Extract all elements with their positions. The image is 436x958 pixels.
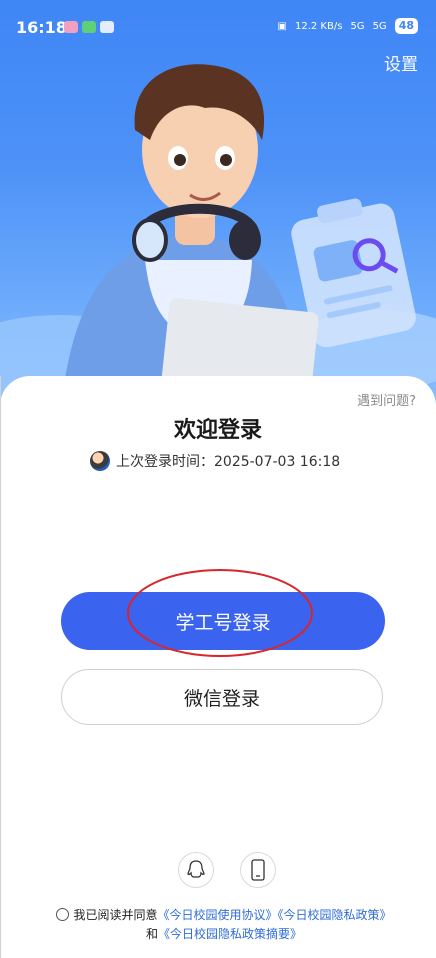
status-right: ▣ 12.2 KB/s 5G 5G 48 (278, 18, 418, 34)
notification-icon (64, 21, 78, 33)
phone-login-button[interactable] (240, 852, 276, 888)
agreement-and: 和 (145, 927, 158, 941)
student-id-login-button[interactable]: 学工号登录 (61, 592, 385, 650)
last-login-text: 上次登录时间：2025-07-03 16:18 (116, 454, 341, 470)
page-title: 欢迎登录 (173, 418, 262, 443)
agreement-prefix: 我已阅读并同意 (73, 908, 158, 922)
network-icon: 5G (350, 20, 365, 32)
divider (0, 376, 1, 958)
privacy-summary-link[interactable]: 《今日校园隐私政策摘要》 (158, 927, 302, 941)
hero-banner (0, 0, 436, 420)
notification-icon (100, 21, 114, 33)
avatar (90, 451, 110, 471)
privacy-link[interactable]: 《今日校园隐私政策》 (278, 908, 392, 922)
settings-link[interactable]: 设置 (384, 50, 418, 75)
qq-login-button[interactable] (178, 852, 214, 888)
status-time: 16:18 (16, 18, 67, 37)
wechat-login-button[interactable]: 微信登录 (61, 669, 383, 725)
status-bar: 16:18 ▣ 12.2 KB/s 5G 5G 48 (0, 0, 436, 56)
vibrate-icon: ▣ (277, 20, 287, 32)
agree-radio[interactable] (56, 908, 70, 921)
notification-icon (82, 21, 96, 33)
hero-illustration (0, 64, 436, 420)
battery-icon: 48 (394, 18, 418, 34)
last-login-info: 上次登录时间：2025-07-03 16:18 (90, 450, 340, 472)
terms-link[interactable]: 《今日校园使用协议》 (157, 908, 277, 922)
help-link[interactable]: 遇到问题? (357, 390, 416, 409)
speed-text: 12.2 KB/s (294, 20, 343, 32)
qq-icon (187, 860, 205, 878)
phone-icon (251, 859, 265, 881)
agreement-text: 我已阅读并同意《今日校园使用协议》《今日校园隐私政策》和《今日校园隐私政策摘要》 (54, 906, 394, 944)
network-icon: 5G (372, 20, 387, 32)
